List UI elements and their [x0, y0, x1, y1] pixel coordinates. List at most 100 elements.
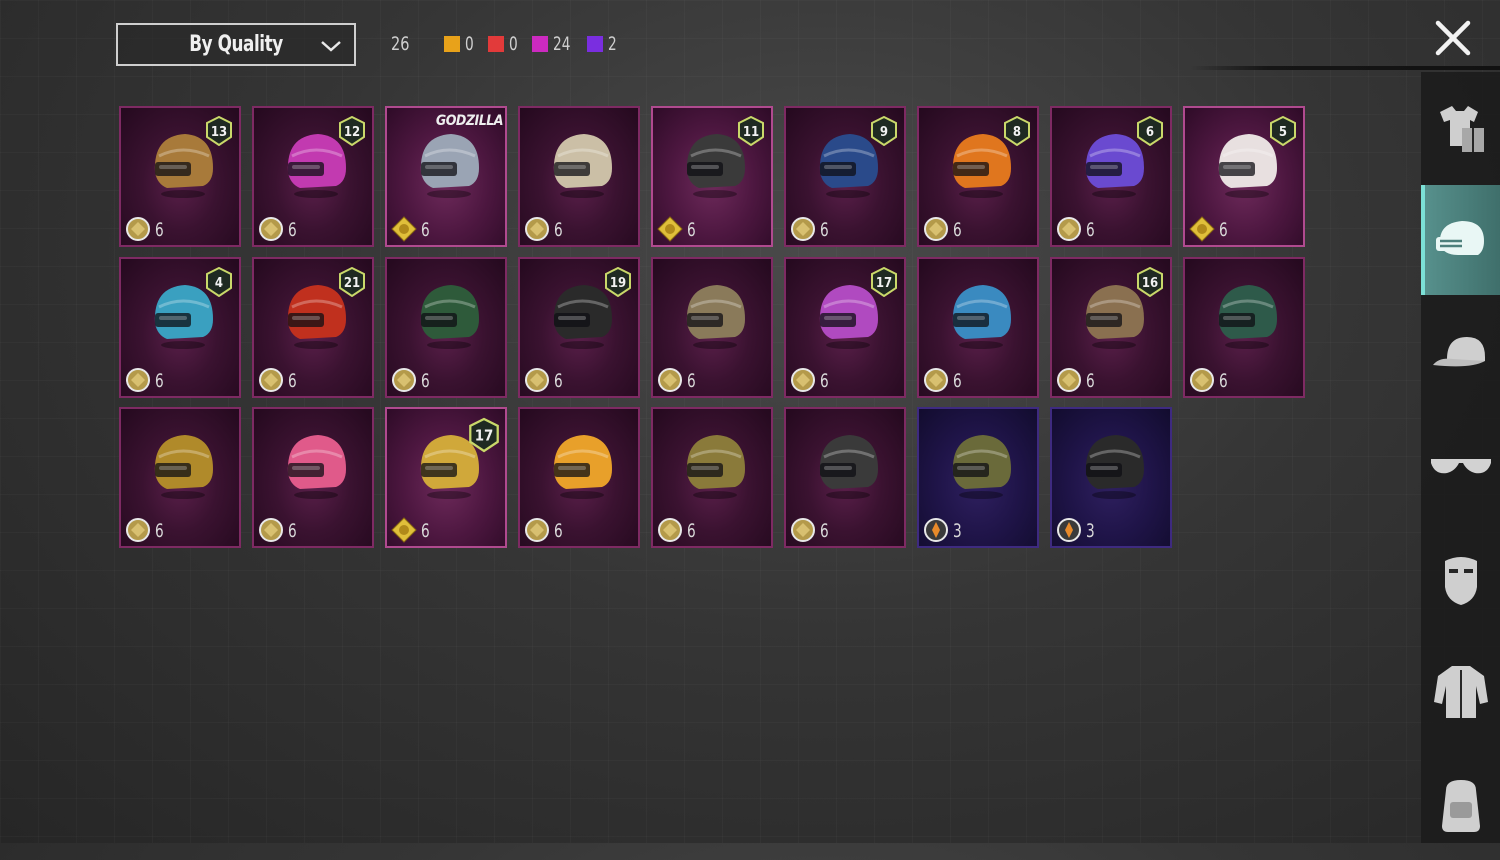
sidebar-item-backpack[interactable]	[1421, 750, 1500, 860]
level-badge: 16	[1137, 267, 1163, 297]
level-badge: 12	[339, 116, 365, 146]
diamond-coin-icon	[1189, 216, 1215, 242]
level-badge: 8	[1004, 116, 1030, 146]
round-coin-icon	[392, 368, 416, 392]
level-badge: 9	[871, 116, 897, 146]
legendary-count: 0	[465, 33, 474, 55]
helmet-icon	[1218, 285, 1277, 349]
item-value: 6	[953, 219, 962, 241]
sidebar-item-cap[interactable]	[1421, 298, 1500, 408]
level-badge: 11	[738, 116, 764, 146]
legendary-swatch	[444, 36, 460, 52]
helmet-icon	[1435, 221, 1484, 255]
item-card[interactable]: 12 6	[252, 106, 374, 247]
level-badge: 13	[206, 116, 232, 146]
sort-dropdown[interactable]: By Quality	[116, 23, 356, 66]
item-card[interactable]: 17 6	[385, 407, 507, 548]
item-card[interactable]: 6	[385, 257, 507, 398]
item-value: 6	[1219, 219, 1228, 241]
round-coin-icon	[126, 368, 150, 392]
sidebar-item-jacket[interactable]	[1421, 637, 1500, 747]
item-card[interactable]: 6	[917, 257, 1039, 398]
round-coin-icon	[1057, 368, 1081, 392]
item-value: 6	[1086, 370, 1095, 392]
item-card[interactable]: 4 6	[119, 257, 241, 398]
item-card[interactable]: 6	[1183, 257, 1305, 398]
category-sidebar	[1421, 72, 1500, 843]
sidebar-item-helmet[interactable]	[1421, 185, 1500, 295]
item-card[interactable]: GODZILLA 6	[385, 106, 507, 247]
round-coin-icon	[1057, 217, 1081, 241]
level-badge: 5	[1270, 116, 1296, 146]
item-card[interactable]: 21 6	[252, 257, 374, 398]
sidebar-item-outfit[interactable]	[1421, 72, 1500, 182]
sidebar-item-mask[interactable]	[1421, 524, 1500, 634]
item-card[interactable]: 5 6	[1183, 106, 1305, 247]
item-card[interactable]: 11 6	[651, 106, 773, 247]
item-value: 6	[687, 219, 696, 241]
level-number: 12	[344, 125, 360, 140]
round-coin-icon	[1190, 368, 1214, 392]
level-number: 5	[1279, 125, 1287, 140]
helmet-icon	[420, 285, 479, 349]
cap-icon	[1432, 337, 1485, 367]
item-card[interactable]: 6	[651, 407, 773, 548]
item-card[interactable]: 16 6	[1050, 257, 1172, 398]
sidebar-item-glasses[interactable]	[1421, 411, 1500, 521]
level-number: 9	[880, 125, 888, 140]
round-coin-icon	[924, 217, 948, 241]
helmet-icon	[952, 285, 1011, 349]
item-card[interactable]: 6 6	[1050, 106, 1172, 247]
quality-counts: 0 0 24 2	[444, 33, 618, 55]
item-value: 6	[554, 370, 563, 392]
helmet-icon	[287, 435, 346, 499]
mythic-count: 0	[508, 33, 518, 55]
item-card[interactable]: 17 6	[784, 257, 906, 398]
helmet-icon	[1085, 435, 1144, 499]
item-grid: 13 6 12 6 GODZILLA 6 6 11 6 9 6 8 6 6 6 …	[119, 106, 1309, 551]
level-badge: 17	[469, 417, 499, 453]
epic-coin-icon	[1057, 518, 1081, 542]
round-coin-icon	[791, 518, 815, 542]
round-coin-icon	[658, 518, 682, 542]
total-count: 26	[391, 33, 410, 55]
level-number: 4	[215, 276, 223, 291]
round-coin-icon	[126, 217, 150, 241]
item-card[interactable]: 6	[784, 407, 906, 548]
diamond-coin-icon	[391, 517, 417, 543]
close-icon[interactable]	[1430, 15, 1476, 61]
level-number: 11	[743, 125, 759, 140]
item-card[interactable]: 6	[651, 257, 773, 398]
item-card[interactable]: 9 6	[784, 106, 906, 247]
item-value: 6	[421, 370, 430, 392]
item-value: 6	[421, 219, 430, 241]
item-card[interactable]: 6	[252, 407, 374, 548]
item-value: 6	[687, 370, 696, 392]
diamond-coin-icon	[657, 216, 683, 242]
item-value: 6	[687, 520, 696, 542]
item-card[interactable]: 6	[518, 407, 640, 548]
item-value: 6	[820, 520, 829, 542]
item-card[interactable]: 3	[917, 407, 1039, 548]
header-divider	[1190, 66, 1500, 70]
quality-count-epic: 2	[586, 33, 619, 55]
round-coin-icon	[658, 368, 682, 392]
item-card[interactable]: 6	[518, 106, 640, 247]
jacket-icon	[1433, 666, 1488, 718]
level-number: 8	[1013, 125, 1021, 140]
round-coin-icon	[126, 518, 150, 542]
item-card[interactable]: 13 6	[119, 106, 241, 247]
level-number: 17	[475, 427, 494, 445]
round-coin-icon	[791, 217, 815, 241]
item-value: 6	[288, 219, 297, 241]
round-coin-icon	[924, 368, 948, 392]
item-card[interactable]: 8 6	[917, 106, 1039, 247]
item-card[interactable]: 19 6	[518, 257, 640, 398]
helmet-icon	[553, 435, 612, 499]
pink-count: 24	[552, 33, 571, 55]
epic-swatch	[586, 36, 603, 52]
item-value: 6	[155, 219, 164, 241]
epic-coin-icon	[924, 518, 948, 542]
item-card[interactable]: 3	[1050, 407, 1172, 548]
item-card[interactable]: 6	[119, 407, 241, 548]
